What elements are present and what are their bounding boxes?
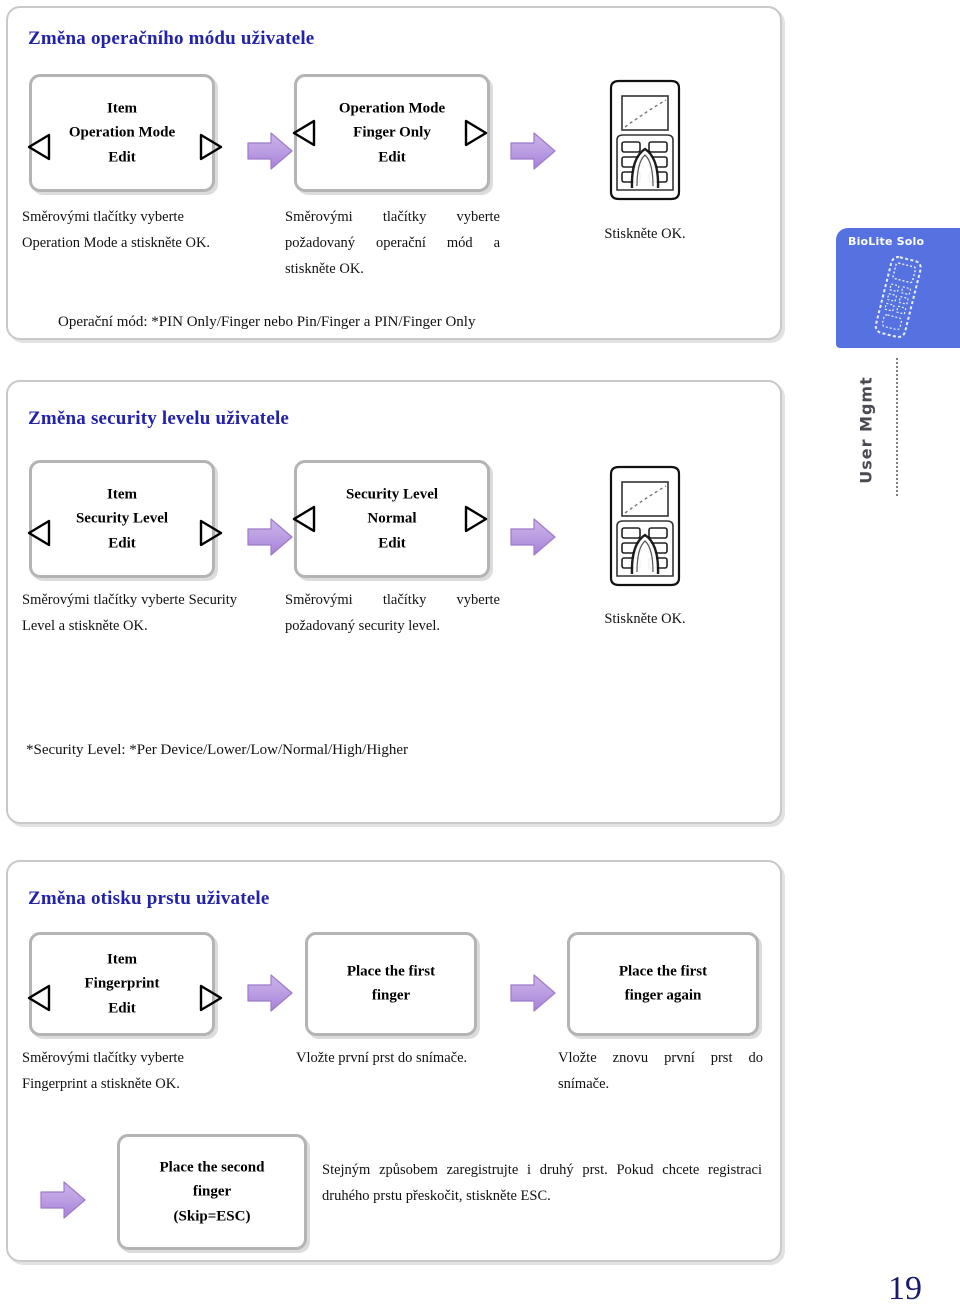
lcd-line-1: Item xyxy=(107,100,137,117)
lcd-screen-place-first-finger: Place the first finger xyxy=(305,932,477,1036)
block-arrow-right-icon xyxy=(247,131,293,171)
step-caption-1-3: Stiskněte OK. xyxy=(604,226,686,242)
lcd-text-block: Security Level Normal Edit xyxy=(297,483,487,556)
lcd-line-3: Edit xyxy=(108,535,136,552)
lcd-line-1: Place the first xyxy=(346,963,436,980)
lcd-line-1: Security Level xyxy=(345,486,439,503)
lcd-line-1: Operation Mode xyxy=(338,100,446,117)
side-tab-vertical-label-text: User Mgmt xyxy=(856,376,876,484)
block-arrow-right-icon xyxy=(510,131,556,171)
lcd-screen-item-operation-mode: Item Operation Mode Edit xyxy=(29,74,215,192)
section-title-operation-mode: Změna operačního módu uživatele xyxy=(28,28,315,49)
lcd-screen-item-fingerprint: Item Fingerprint Edit xyxy=(29,932,215,1036)
lcd-screen-place-second-finger: Place the second finger (Skip=ESC) xyxy=(117,1134,307,1250)
lcd-line-1: Place the first xyxy=(618,963,708,980)
footnote-security-level: *Security Level: *Per Device/Lower/Low/N… xyxy=(26,742,408,758)
lcd-screen-place-first-finger-again: Place the first finger again xyxy=(567,932,759,1036)
lcd-text-block: Place the second finger (Skip=ESC) xyxy=(120,1156,304,1229)
lcd-line-2: finger xyxy=(371,988,411,1004)
lcd-line-1: Place the second xyxy=(159,1159,265,1176)
keypad-device-icon xyxy=(585,78,705,206)
step-caption-2-2: Směrovými tlačítky vyberte požadovaný se… xyxy=(285,592,500,634)
lcd-line-2: finger xyxy=(192,1183,232,1200)
lcd-line-1: Item xyxy=(107,951,137,968)
lcd-text-block: Item Fingerprint Edit xyxy=(32,948,212,1021)
lcd-screen-operation-mode-finger-only: Operation Mode Finger Only Edit xyxy=(294,74,490,192)
lcd-line-3: Edit xyxy=(108,1000,136,1017)
lcd-text-block: Item Operation Mode Edit xyxy=(32,97,212,170)
lcd-line-2: Fingerprint xyxy=(84,975,160,992)
lcd-screen-item-security-level: Item Security Level Edit xyxy=(29,460,215,578)
step-caption-3-2: Vložte první prst do snímače. xyxy=(296,1050,468,1066)
lcd-line-2: Security Level xyxy=(75,510,169,527)
side-tab-title: BioLite Solo xyxy=(848,235,925,248)
lcd-line-2: finger again xyxy=(624,988,702,1004)
step-caption-2-1: Směrovými tlačítky vyberte Security Leve… xyxy=(22,592,237,634)
step-caption-3-3: Vložte znovu první prst do snímače. xyxy=(558,1050,763,1092)
step-caption-1-1: Směrovými tlačítky vyberte Operation Mod… xyxy=(22,209,211,251)
block-arrow-right-icon xyxy=(247,517,293,557)
step-caption-3-4: Stejným způsobem zaregistrujte i druhý p… xyxy=(322,1162,762,1204)
block-arrow-right-icon xyxy=(40,1180,86,1220)
section-title-security-level: Změna security levelu uživatele xyxy=(28,408,290,429)
step-caption-3-1: Směrovými tlačítky vyberte Fingerprint a… xyxy=(22,1050,184,1092)
step-caption-1-2: Směrovými tlačítky vyberte požadovaný op… xyxy=(285,209,500,277)
lcd-line-2: Normal xyxy=(367,510,417,527)
keypad-device-icon xyxy=(585,464,705,592)
page-number: 19 xyxy=(888,1270,922,1307)
lcd-line-1: Item xyxy=(107,486,137,503)
lcd-text-block: Operation Mode Finger Only Edit xyxy=(297,97,487,170)
side-tab-dotted-divider xyxy=(896,358,898,496)
lcd-text-block: Place the first finger again xyxy=(570,960,756,1009)
lcd-line-3: Edit xyxy=(108,149,136,166)
block-arrow-right-icon xyxy=(247,973,293,1013)
lcd-line-3: Edit xyxy=(378,535,406,552)
block-arrow-right-icon xyxy=(510,517,556,557)
lcd-line-3: (Skip=ESC) xyxy=(173,1208,251,1225)
lcd-line-3: Edit xyxy=(378,149,406,166)
footnote-operation-mode: Operační mód: *PIN Only/Finger nebo Pin/… xyxy=(58,314,476,330)
lcd-text-block: Item Security Level Edit xyxy=(32,483,212,556)
side-tab-biolite-solo[interactable]: BioLite Solo xyxy=(836,228,960,348)
lcd-text-block: Place the first finger xyxy=(308,960,474,1009)
side-tab-vertical-label: User Mgmt xyxy=(845,370,887,490)
step-caption-2-3: Stiskněte OK. xyxy=(604,611,686,627)
lcd-screen-security-level-normal: Security Level Normal Edit xyxy=(294,460,490,578)
block-arrow-right-icon xyxy=(510,973,556,1013)
biolite-device-icon xyxy=(862,254,934,347)
lcd-line-2: Operation Mode xyxy=(68,124,176,141)
section-title-fingerprint: Změna otisku prstu uživatele xyxy=(28,888,270,909)
lcd-line-2: Finger Only xyxy=(353,124,431,141)
